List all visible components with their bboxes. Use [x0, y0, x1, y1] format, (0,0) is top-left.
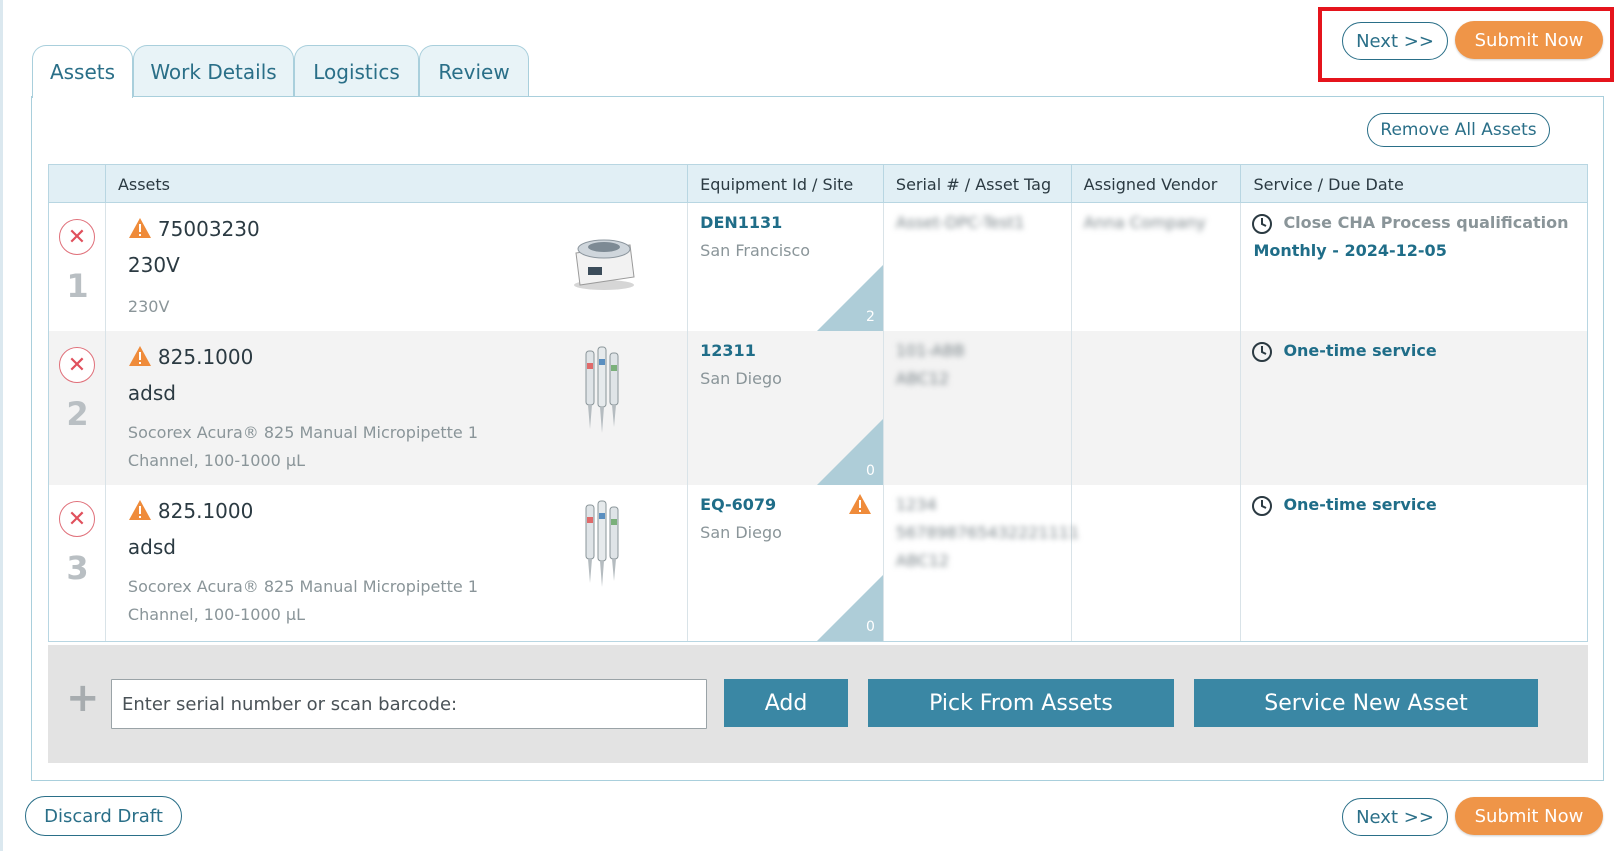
equipment-cell: EQ-6079 San Diego 0: [688, 485, 884, 641]
equipment-id-link[interactable]: DEN1131: [700, 213, 782, 232]
vendor-cell: [1072, 485, 1242, 641]
row-number: 3: [66, 549, 89, 587]
attachment-count: 0: [865, 463, 875, 479]
tab-bar: Assets Work Details Logistics Review: [32, 45, 529, 98]
column-header-assets: Assets: [106, 165, 689, 203]
row-number: 2: [66, 395, 89, 433]
asset-model: adsd: [127, 535, 176, 559]
equipment-site: San Diego: [700, 369, 782, 388]
row-index-cell: ✕ 1: [49, 203, 106, 331]
column-header-vendor: Assigned Vendor: [1072, 165, 1242, 203]
column-header-serial: Serial # / Asset Tag: [884, 165, 1072, 203]
asset-tag: ABC12: [895, 551, 950, 570]
next-button-bottom[interactable]: Next >>: [1342, 798, 1448, 836]
table-header: Assets Equipment Id / Site Serial # / As…: [49, 165, 1587, 203]
asset-tag: ABC12: [895, 369, 950, 388]
submit-now-button-top[interactable]: Submit Now: [1455, 21, 1603, 59]
asset-model: 230V: [127, 253, 180, 277]
table-row: ✕ 3 825.1000 adsd Socorex Acura® 825 Man…: [49, 485, 1587, 641]
equipment-id-link[interactable]: 12311: [700, 341, 756, 360]
asset-description: Socorex Acura® 825 Manual Micropipette 1…: [127, 423, 479, 470]
equipment-site: San Francisco: [700, 241, 811, 260]
warning-icon: [128, 218, 151, 238]
asset-cell: 825.1000 adsd Socorex Acura® 825 Manual …: [106, 331, 689, 485]
service-cell: One-time service: [1241, 331, 1587, 485]
remove-all-assets-button[interactable]: Remove All Assets: [1367, 113, 1550, 147]
equipment-cell: 12311 San Diego 0: [688, 331, 884, 485]
service-name: Close CHA Process qualification: [1283, 213, 1569, 232]
service-name: One-time service: [1283, 341, 1437, 360]
left-edge-border: [0, 0, 3, 851]
equipment-cell: DEN1131 San Francisco 2: [688, 203, 884, 331]
row-index-cell: ✕ 2: [49, 331, 106, 485]
remove-row-button[interactable]: ✕: [59, 347, 95, 383]
assets-table: Assets Equipment Id / Site Serial # / As…: [48, 164, 1588, 642]
column-header-index: [49, 165, 106, 203]
remove-row-button[interactable]: ✕: [59, 219, 95, 255]
asset-cell: 75003230 230V 230V: [106, 203, 689, 331]
tab-review[interactable]: Review: [419, 45, 529, 97]
add-button[interactable]: Add: [724, 679, 848, 727]
asset-description: Socorex Acura® 825 Manual Micropipette 1…: [127, 577, 479, 624]
row-number: 1: [66, 267, 89, 305]
micropipette-image: [585, 346, 619, 433]
attachment-count: 2: [865, 309, 875, 325]
asset-model: adsd: [127, 381, 176, 405]
service-cell: Close CHA Process qualification Monthly …: [1241, 203, 1587, 331]
pick-from-assets-button[interactable]: Pick From Assets: [868, 679, 1174, 727]
clock-icon: [1252, 214, 1273, 234]
equipment-site: San Diego: [700, 523, 782, 542]
service-new-asset-button[interactable]: Service New Asset: [1194, 679, 1538, 727]
table-row: ✕ 1 75003230 230V 230V DEN1131 San Franc…: [49, 203, 1587, 331]
serial-cell: 1234 567898765432221111 ABC12: [884, 485, 1079, 641]
clock-icon: [1252, 342, 1273, 362]
plus-icon: +: [66, 675, 100, 721]
asset-cell: 825.1000 adsd Socorex Acura® 825 Manual …: [106, 485, 689, 641]
warning-icon: [128, 346, 151, 366]
tab-work-details[interactable]: Work Details: [133, 45, 294, 97]
service-cell: One-time service: [1241, 485, 1587, 641]
micropipette-image: [585, 500, 619, 587]
warning-icon: [128, 500, 151, 520]
serial-number: Asset-DPC-Test1: [895, 213, 1025, 232]
remove-row-button[interactable]: ✕: [59, 501, 95, 537]
attachment-count: 0: [865, 619, 875, 635]
row-index-cell: ✕ 3: [49, 485, 106, 641]
table-row: ✕ 2 825.1000 adsd Socorex Acura® 825 Man…: [49, 331, 1587, 485]
centrifuge-image: [573, 239, 635, 290]
clock-icon: [1252, 496, 1273, 516]
service-name: One-time service: [1283, 495, 1437, 514]
serial-number-alt: 567898765432221111: [895, 523, 1080, 542]
vendor-cell: Anna Company: [1072, 203, 1242, 331]
serial-cell: Asset-DPC-Test1: [884, 203, 1072, 331]
serial-number: 101-ABB: [895, 341, 965, 360]
discard-draft-button[interactable]: Discard Draft: [25, 796, 182, 836]
asset-description: 230V: [127, 297, 170, 316]
assigned-vendor: Anna Company: [1083, 213, 1206, 232]
asset-id: 825.1000: [157, 345, 254, 369]
serial-number: 1234: [895, 495, 937, 514]
next-button-top[interactable]: Next >>: [1342, 22, 1448, 60]
add-asset-bar: + Add Pick From Assets Service New Asset: [48, 645, 1588, 763]
asset-id: 75003230: [157, 217, 260, 241]
tab-logistics[interactable]: Logistics: [294, 45, 419, 97]
warning-icon: [849, 494, 872, 514]
asset-id: 825.1000: [157, 499, 254, 523]
tab-assets[interactable]: Assets: [32, 45, 133, 98]
column-header-service: Service / Due Date: [1253, 174, 1404, 194]
serial-number-input[interactable]: [111, 679, 707, 729]
vendor-cell: [1072, 331, 1242, 485]
serial-cell: 101-ABB ABC12: [884, 331, 1072, 485]
column-header-equipment-id: Equipment Id / Site: [688, 165, 884, 203]
equipment-id-link[interactable]: EQ-6079: [700, 495, 776, 514]
submit-now-button-bottom[interactable]: Submit Now: [1455, 797, 1603, 835]
service-due-date: Monthly - 2024-12-05: [1253, 241, 1447, 260]
